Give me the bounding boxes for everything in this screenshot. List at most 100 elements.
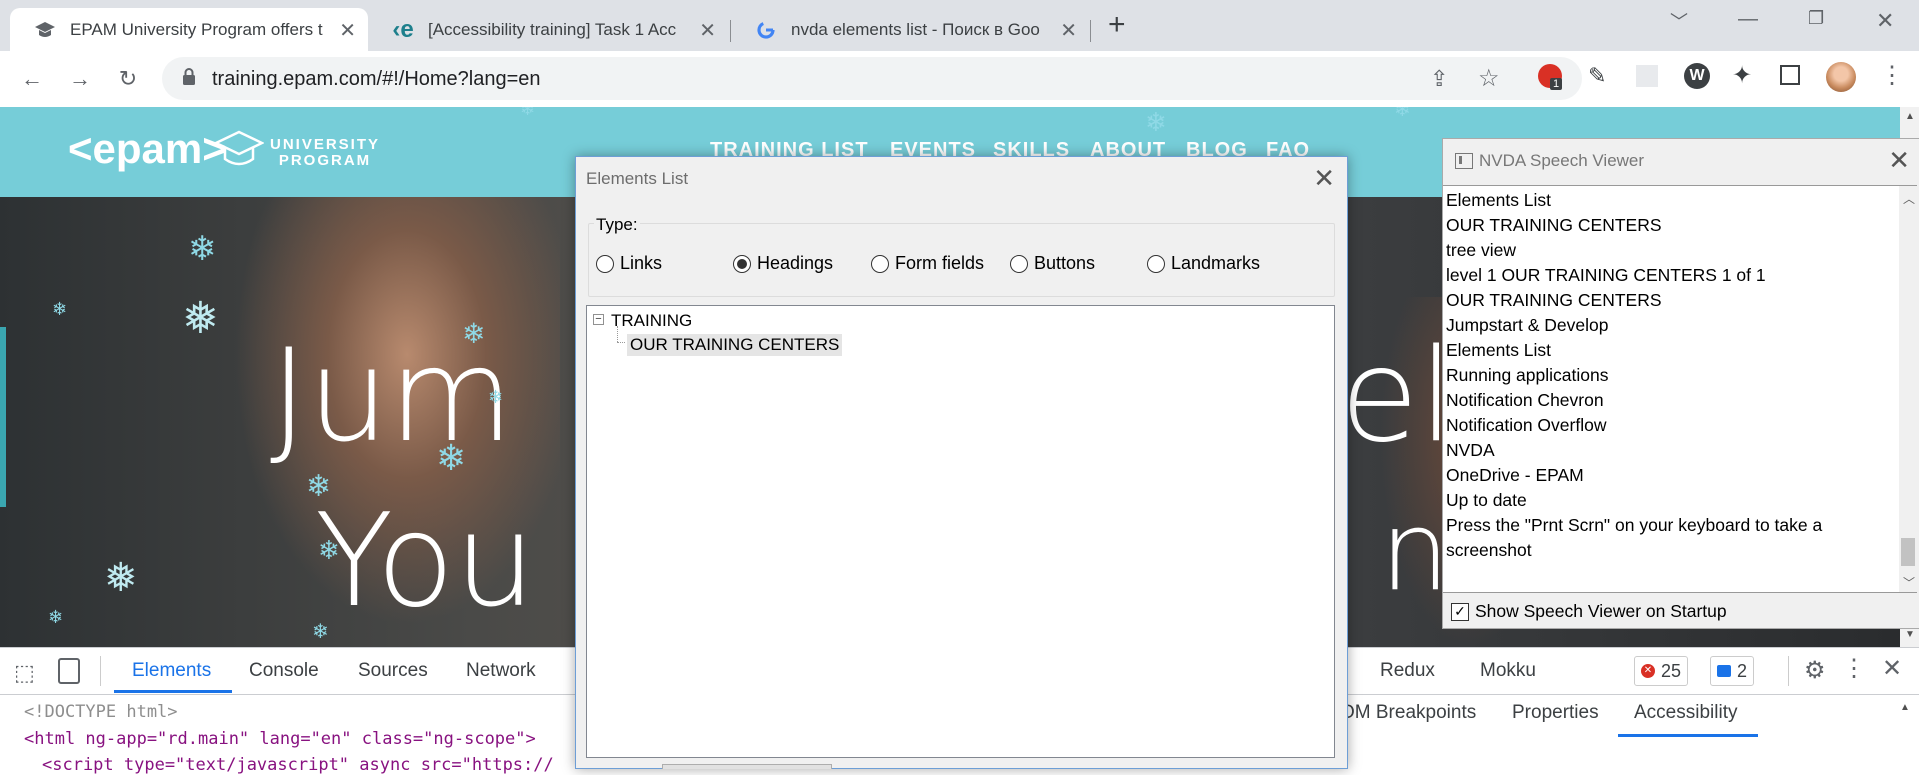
speech-line: tree view <box>1446 240 1517 260</box>
logo-line-2: PROGRAM <box>278 152 372 169</box>
speech-log-scrollbar[interactable]: ︿ ﹀ <box>1899 186 1917 592</box>
dialog-title: Elements List <box>586 169 689 188</box>
adblock-extension-icon[interactable]: 1 <box>1538 64 1563 90</box>
side-panel-icon[interactable] <box>1780 65 1800 85</box>
browser-tab-epam[interactable]: EPAM University Program offers t ✕ <box>10 8 368 51</box>
address-bar[interactable]: training.epam.com/#!/Home?lang=en ⇪ ☆ <box>162 57 1582 100</box>
speech-line: OUR TRAINING CENTERS <box>1446 215 1662 235</box>
radio-headings[interactable]: Headings <box>733 253 833 274</box>
profile-avatar[interactable] <box>1826 62 1856 92</box>
close-speech-viewer-icon[interactable]: ✕ <box>1888 145 1910 176</box>
new-tab-button[interactable]: + <box>1108 8 1126 42</box>
radio-links[interactable]: Links <box>596 253 662 274</box>
restore-icon[interactable]: ❐ <box>1808 8 1824 29</box>
color-picker-icon[interactable]: ✎ <box>1588 63 1606 89</box>
browser-tab-google[interactable]: nvda elements list - Поиск в Goo ✕ <box>731 8 1089 51</box>
radio-label: Links <box>620 253 663 273</box>
close-devtools-icon[interactable]: ✕ <box>1882 654 1902 683</box>
snowflake-icon: ❄ <box>188 230 217 268</box>
logo-line-1: UNIVERSITY <box>270 136 381 153</box>
snowflake-icon: ❄ <box>318 535 340 565</box>
chrome-menu-icon[interactable]: ⋮ <box>1880 61 1904 90</box>
radio-landmarks[interactable]: Landmarks <box>1147 253 1260 274</box>
radio-button-icon <box>596 254 614 273</box>
active-subtab-indicator <box>1618 734 1758 737</box>
inspect-element-icon[interactable]: ⬚ <box>14 660 35 686</box>
device-toolbar-icon[interactable] <box>58 658 80 684</box>
university-program-label: UNIVERSITY PROGRAM <box>270 137 380 169</box>
subtab-dom-breakpoints[interactable]: OM Breakpoints <box>1340 702 1476 724</box>
wappalyzer-icon[interactable]: W <box>1684 63 1710 89</box>
code-html-tag[interactable]: <html ng-app="rd.main" lang="en" class="… <box>24 729 536 749</box>
error-count-badge[interactable]: ✕ 25 <box>1634 656 1689 686</box>
epam-logo[interactable]: <epam> <box>68 125 227 173</box>
speech-viewer-titlebar: NVDA Speech Viewer <box>1455 151 1644 171</box>
radio-label: Landmarks <box>1171 253 1261 273</box>
close-tab-icon[interactable]: ✕ <box>1060 18 1077 43</box>
forward-arrow-icon[interactable]: → <box>66 65 94 93</box>
devtools-tab-elements[interactable]: Elements <box>132 660 211 682</box>
close-window-icon[interactable]: ✕ <box>1876 8 1894 34</box>
extensions-puzzle-icon[interactable]: ✦ <box>1732 61 1752 90</box>
show-on-startup-checkbox[interactable]: ✓ Show Speech Viewer on Startup <box>1451 601 1727 622</box>
reload-icon[interactable]: ↻ <box>114 65 142 93</box>
collapse-minus-icon[interactable]: − <box>593 314 604 325</box>
message-count-badge[interactable]: 2 <box>1710 656 1755 686</box>
browser-tab-accessibility[interactable]: ‹e [Accessibility training] Task 1 Acc ✕ <box>368 8 728 51</box>
code-doctype[interactable]: <!DOCTYPE html> <box>24 702 178 722</box>
minimize-icon[interactable]: — <box>1738 8 1758 31</box>
code-script-tag[interactable]: <script type="text/javascript" async src… <box>42 755 554 775</box>
error-count: 25 <box>1661 660 1682 681</box>
hero-heading-line2: You <box>315 487 536 636</box>
message-count: 2 <box>1737 660 1748 681</box>
hero-heading-line1-right: el <box>1340 322 1455 471</box>
snowflake-icon: ❅ <box>182 294 219 343</box>
speech-line: Notification Chevron <box>1446 390 1604 410</box>
elements-tree-view[interactable]: − TRAINING OUR TRAINING CENTERS <box>586 305 1335 758</box>
bookmark-star-icon[interactable]: ☆ <box>1478 64 1500 93</box>
toolbar-divider <box>100 656 101 686</box>
scroll-up-arrow-icon[interactable]: ▲ <box>1905 111 1915 122</box>
devtools-tab-redux[interactable]: Redux <box>1380 660 1435 682</box>
devtools-tab-console[interactable]: Console <box>249 660 319 682</box>
subtab-accessibility[interactable]: Accessibility <box>1634 702 1737 724</box>
tree-connector <box>617 342 625 344</box>
epam-e-icon: ‹e <box>392 15 414 43</box>
speech-line: Running applications <box>1446 365 1609 385</box>
devtools-tab-mokku[interactable]: Mokku <box>1480 660 1536 682</box>
close-tab-icon[interactable]: ✕ <box>339 18 356 43</box>
window-icon <box>1455 153 1473 169</box>
tree-item-training[interactable]: TRAINING <box>611 311 692 331</box>
devtools-tab-sources[interactable]: Sources <box>358 660 428 682</box>
radio-form-fields[interactable]: Form fields <box>871 253 984 274</box>
scroll-down-arrow-icon[interactable]: ▼ <box>1905 629 1915 640</box>
speech-line: Elements List <box>1446 340 1552 360</box>
settings-gear-icon[interactable]: ⚙ <box>1804 656 1826 685</box>
scroll-up-arrow-icon[interactable]: ▲ <box>1900 702 1910 713</box>
speech-line: NVDA <box>1446 440 1495 460</box>
scrollbar-thumb[interactable] <box>1901 538 1915 566</box>
close-dialog-icon[interactable]: ✕ <box>1313 163 1335 194</box>
snowflake-icon: ❄ <box>1394 107 1411 121</box>
devtools-menu-icon[interactable]: ⋮ <box>1842 654 1866 683</box>
scroll-up-chevron-icon[interactable]: ︿ <box>1903 190 1915 207</box>
radio-button-icon <box>1010 254 1028 273</box>
subtab-properties[interactable]: Properties <box>1512 702 1599 724</box>
close-tab-icon[interactable]: ✕ <box>699 18 716 43</box>
speech-log-textarea[interactable]: Elements List OUR TRAINING CENTERS tree … <box>1443 185 1917 593</box>
extension-grid-icon[interactable] <box>1636 65 1658 87</box>
radio-buttons[interactable]: Buttons <box>1010 253 1095 274</box>
tree-item-our-training-centers[interactable]: OUR TRAINING CENTERS <box>627 334 843 356</box>
scroll-down-chevron-icon[interactable]: ﹀ <box>1903 574 1915 591</box>
url-text: training.epam.com/#!/Home?lang=en <box>212 68 541 90</box>
back-arrow-icon[interactable]: ← <box>18 65 46 93</box>
radio-button-checked-icon <box>733 254 751 273</box>
graduation-cap-icon <box>213 129 265 176</box>
tab-search-chevron-icon[interactable]: ﹀ <box>1670 8 1688 34</box>
devtools-tab-network[interactable]: Network <box>466 660 536 682</box>
message-icon <box>1717 665 1731 677</box>
speech-line: OUR TRAINING CENTERS <box>1446 290 1662 310</box>
share-icon[interactable]: ⇪ <box>1430 66 1448 92</box>
snowflake-icon: ❄ <box>520 107 536 119</box>
radio-label: Form fields <box>895 253 985 273</box>
